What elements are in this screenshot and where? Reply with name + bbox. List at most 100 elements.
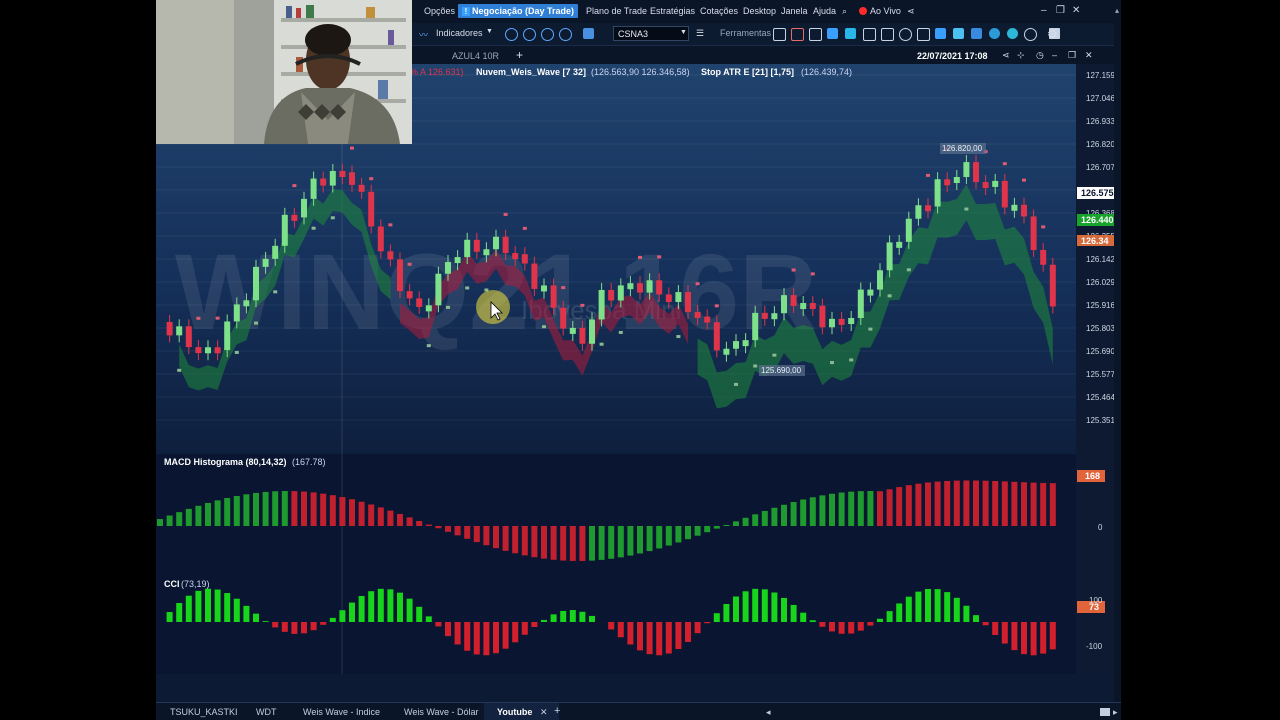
candle bbox=[1030, 216, 1037, 250]
candle bbox=[675, 292, 682, 302]
stop-dot bbox=[657, 255, 662, 259]
bottom-tab-youtube[interactable]: Youtube bbox=[497, 707, 532, 717]
globe-icon[interactable] bbox=[989, 28, 1000, 39]
candle bbox=[704, 316, 711, 323]
add-bottom-tab-icon[interactable]: + bbox=[554, 705, 560, 717]
panel-toggle-icon[interactable] bbox=[1100, 708, 1110, 716]
macd-bar bbox=[886, 489, 893, 526]
add-tab-button[interactable]: + bbox=[516, 48, 523, 62]
cci-bar bbox=[617, 622, 624, 638]
menu-day-trade[interactable]: ! Negociação (Day Trade) bbox=[458, 4, 579, 18]
symbol-input[interactable]: CSNA3 bbox=[613, 26, 689, 41]
macd-bar bbox=[406, 517, 413, 526]
zoom-fit-icon[interactable] bbox=[541, 28, 554, 41]
indicators-button[interactable]: Indicadores bbox=[436, 28, 483, 38]
cci-bar bbox=[320, 622, 327, 625]
macd-bar bbox=[569, 526, 576, 561]
menu-help[interactable]: Ajuda bbox=[813, 6, 836, 16]
clock-icon[interactable] bbox=[899, 28, 912, 41]
history-icon[interactable]: ◷ bbox=[1036, 50, 1044, 61]
candle bbox=[272, 245, 279, 259]
candle bbox=[185, 326, 192, 348]
restore-icon[interactable]: ❐ bbox=[1056, 5, 1065, 16]
cci-bar bbox=[541, 619, 547, 622]
menu-quotes[interactable]: Cotações bbox=[700, 6, 738, 16]
bottom-tab-weis-indice[interactable]: Weis Wave - Indice bbox=[303, 707, 380, 717]
bottom-tab-weis-dolar[interactable]: Weis Wave - Dólar bbox=[404, 707, 479, 717]
candle bbox=[224, 321, 231, 351]
menu-trade-plan[interactable]: Plano de Trade bbox=[586, 6, 647, 16]
candle bbox=[416, 298, 423, 307]
cci-bar bbox=[358, 595, 365, 622]
menu-desktop[interactable]: Desktop bbox=[743, 6, 776, 16]
price-tick-label: 126.029 bbox=[1086, 278, 1115, 287]
stop-dot bbox=[522, 226, 527, 230]
star-icon[interactable] bbox=[935, 28, 946, 39]
share-chart-icon[interactable]: ⋖ bbox=[1002, 50, 1010, 61]
news-icon[interactable] bbox=[1007, 28, 1018, 39]
tools-label[interactable]: Ferramentas bbox=[720, 28, 771, 38]
price-chart[interactable]: WINQ21 16R Ibovespa Mini 127.159127.0461… bbox=[156, 64, 1121, 674]
list-icon[interactable]: ☰ bbox=[696, 28, 704, 39]
zoom-in-icon[interactable] bbox=[505, 28, 518, 41]
bottom-tab-tsuku[interactable]: TSUKU_KASTKI bbox=[170, 707, 238, 717]
chart-minimize-icon[interactable]: – bbox=[1052, 50, 1057, 60]
macd-bar bbox=[272, 491, 279, 526]
zoom-reset-icon[interactable] bbox=[559, 28, 572, 41]
crosshair-icon[interactable]: ⊹ bbox=[1017, 50, 1025, 61]
menu-window[interactable]: Janela bbox=[781, 6, 808, 16]
video-icon[interactable] bbox=[971, 28, 982, 39]
document-icon[interactable] bbox=[845, 28, 856, 39]
cci-bar bbox=[771, 592, 778, 622]
stop-dot bbox=[234, 350, 239, 354]
stop-dot bbox=[849, 358, 854, 362]
cci-bar bbox=[761, 589, 768, 622]
nuvem-price-value: 126.440 bbox=[1081, 215, 1114, 225]
candle bbox=[454, 257, 461, 264]
candle bbox=[1049, 264, 1056, 307]
share-icon[interactable]: ⋖ bbox=[907, 6, 915, 17]
zoom-out-icon[interactable] bbox=[523, 28, 536, 41]
layout-grid-icon[interactable] bbox=[583, 28, 594, 39]
live-button[interactable]: Ao Vivo bbox=[859, 6, 901, 16]
sort-icon[interactable] bbox=[827, 28, 838, 39]
close-icon[interactable]: ✕ bbox=[1072, 5, 1080, 16]
symbol-dropdown-icon[interactable]: ▼ bbox=[680, 29, 687, 36]
search-icon[interactable]: ⌕ bbox=[842, 6, 847, 17]
menu-options[interactable]: Opções bbox=[424, 6, 455, 16]
window-icon[interactable] bbox=[863, 28, 876, 41]
gear-icon[interactable]: ⚙ bbox=[1047, 27, 1058, 41]
macd-bar bbox=[281, 491, 288, 526]
close-tab-icon[interactable]: ✕ bbox=[540, 707, 548, 718]
macd-bar bbox=[925, 482, 931, 526]
cci-bar bbox=[166, 612, 173, 622]
menu-strategies[interactable]: Estratégias bbox=[650, 6, 695, 16]
candle bbox=[857, 289, 864, 319]
minimize-icon[interactable]: – bbox=[1041, 5, 1047, 16]
candle bbox=[253, 266, 259, 301]
world-icon[interactable] bbox=[1024, 28, 1037, 41]
table-icon[interactable] bbox=[773, 28, 786, 41]
calculator-icon[interactable] bbox=[881, 28, 894, 41]
calendar-icon[interactable] bbox=[791, 28, 804, 41]
candle bbox=[848, 318, 855, 325]
chart-tab-azul4[interactable]: AZUL4 10R bbox=[452, 51, 499, 61]
candle bbox=[617, 285, 624, 301]
chevron-down-icon[interactable]: ▼ bbox=[486, 28, 493, 35]
cci-bar bbox=[406, 598, 413, 622]
grid-icon[interactable] bbox=[809, 28, 822, 41]
chart-close-icon[interactable]: ✕ bbox=[1085, 50, 1093, 61]
macd-bar bbox=[157, 519, 163, 526]
scroll-up-icon[interactable]: ▴ bbox=[1115, 6, 1119, 15]
sound-icon[interactable] bbox=[953, 28, 964, 39]
bottom-tab-wdt[interactable]: WDT bbox=[256, 707, 277, 717]
tab-scroll-right-icon[interactable]: ▸ bbox=[1113, 707, 1118, 718]
chart-restore-icon[interactable]: ❐ bbox=[1068, 50, 1076, 61]
monitor-icon[interactable] bbox=[917, 28, 930, 41]
cci-bar bbox=[627, 622, 634, 645]
candle bbox=[579, 327, 586, 344]
macd-bar bbox=[838, 492, 845, 526]
tab-scroll-left-icon[interactable]: ◂ bbox=[766, 707, 771, 718]
macd-bar bbox=[992, 481, 999, 526]
macd-bar bbox=[646, 526, 653, 552]
